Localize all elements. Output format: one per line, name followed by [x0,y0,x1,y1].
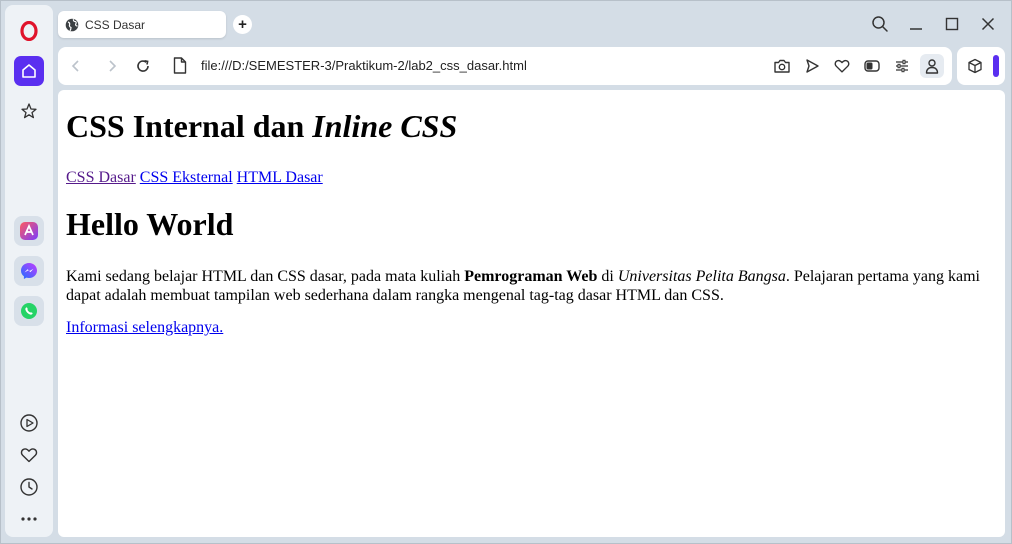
hello-heading: Hello World [66,206,234,242]
clock-icon[interactable] [14,472,44,502]
file-icon[interactable] [173,57,189,75]
title-regular: CSS Internal dan [66,108,313,144]
tab-title: CSS Dasar [85,17,146,32]
sidebar [5,5,53,537]
page-title: CSS Internal dan Inline CSS [66,108,457,145]
forward-arrow-icon[interactable] [102,56,122,76]
whatsapp-icon[interactable] [14,296,44,326]
play-icon[interactable] [14,408,44,438]
para-bold: Pemrograman Web [464,268,598,285]
battery-saver-icon[interactable] [862,56,882,76]
opera-logo-icon[interactable] [14,16,44,46]
link-html-dasar[interactable]: HTML Dasar [237,169,323,186]
extensions-cube-icon[interactable] [965,56,985,76]
send-icon[interactable] [802,56,822,76]
url-field[interactable]: file:///D:/SEMESTER-3/Praktikum-2/lab2_c… [201,58,527,73]
web-page-content: CSS Internal dan Inline CSS CSS Dasar CS… [58,90,1005,537]
search-tabs-icon[interactable] [869,13,891,35]
more-info-link[interactable]: Informasi selengkapnya. [66,319,223,337]
link-css-dasar[interactable]: CSS Dasar [66,169,136,186]
new-tab-button[interactable]: + [233,15,252,34]
more-icon[interactable] [14,504,44,534]
heart-icon[interactable] [14,440,44,470]
profile-icon[interactable] [920,54,944,78]
easy-setup-icon[interactable] [892,56,912,76]
title-italic: Inline CSS [312,108,458,144]
page-nav-links: CSS Dasar CSS Eksternal HTML Dasar [66,169,323,187]
home-icon[interactable] [14,56,44,86]
browser-tab[interactable]: CSS Dasar [58,11,226,38]
sidebar-toggle-handle[interactable] [993,55,999,77]
link-css-eksternal[interactable]: CSS Eksternal [140,169,233,186]
para-text-2: di [597,268,618,285]
star-icon[interactable] [14,96,44,126]
minimize-button[interactable] [905,13,927,35]
address-bar: file:///D:/SEMESTER-3/Praktikum-2/lab2_c… [58,47,952,85]
aria-icon[interactable] [14,216,44,246]
back-arrow-icon[interactable] [66,56,86,76]
reload-icon[interactable] [133,56,153,76]
extensions-bar [957,47,1005,85]
camera-icon[interactable] [772,56,792,76]
globe-icon [65,18,79,32]
close-window-button[interactable] [977,13,999,35]
messenger-icon[interactable] [14,256,44,286]
para-text-1: Kami sedang belajar HTML dan CSS dasar, … [66,268,465,285]
intro-paragraph: Kami sedang belajar HTML dan CSS dasar, … [66,267,996,305]
para-italic: Universitas Pelita Bangsa [617,268,786,285]
heart-icon[interactable] [832,56,852,76]
maximize-button[interactable] [941,13,963,35]
